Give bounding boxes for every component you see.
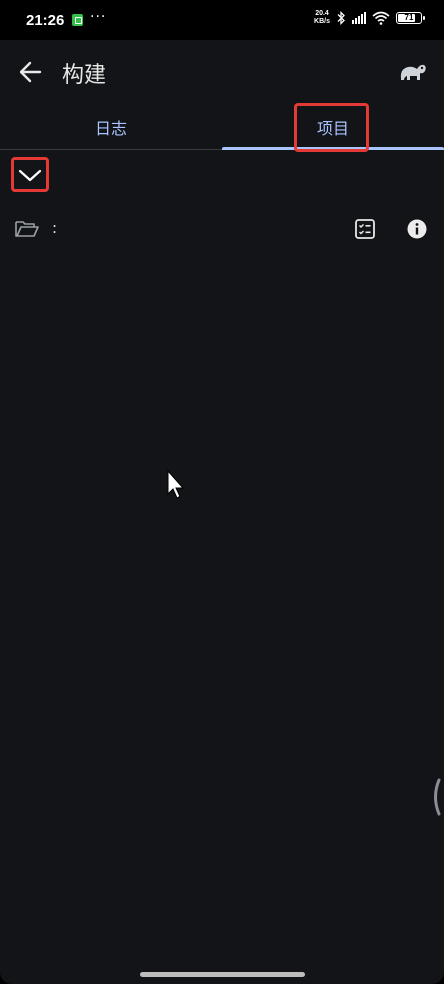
network-speed: 20.4 KB/s	[314, 10, 330, 26]
status-icons: 20.4 KB/s 71	[314, 10, 425, 26]
elephant-icon	[400, 64, 426, 80]
page-title: 构建	[62, 63, 107, 88]
network-speed-value: 20.4	[315, 10, 329, 17]
project-path: :	[52, 219, 58, 237]
status-bar: 21:26 ··· 20.4 KB/s 71	[0, 0, 444, 40]
side-panel-handle-icon[interactable]	[430, 778, 442, 816]
expand-button[interactable]	[11, 157, 49, 192]
battery-level: 71	[404, 13, 414, 22]
app-bar: 构建	[0, 40, 444, 104]
arrow-left-icon[interactable]	[16, 58, 48, 86]
more-notifications-icon: ···	[90, 9, 107, 25]
info-icon[interactable]	[406, 218, 428, 240]
wifi-icon	[372, 11, 390, 25]
shield-icon	[72, 14, 83, 26]
checklist-icon[interactable]	[354, 218, 376, 240]
home-indicator[interactable]	[140, 972, 305, 977]
bluetooth-icon	[337, 11, 345, 25]
app-screen: 21:26 ··· 20.4 KB/s 71 构建 日志 项目:	[0, 0, 444, 984]
battery-icon: 71	[396, 12, 425, 24]
network-speed-unit: KB/s	[314, 18, 330, 25]
project-row[interactable]: :	[0, 212, 444, 246]
tab-bar: 日志 项目	[0, 104, 444, 150]
folder-open-icon	[15, 221, 39, 237]
tab-log[interactable]: 日志	[0, 104, 222, 150]
signal-icon	[352, 12, 366, 24]
mouse-cursor-icon	[167, 470, 185, 499]
status-time: 21:26	[26, 12, 65, 29]
highlight-box	[294, 103, 369, 152]
chevron-down-icon	[18, 169, 42, 182]
